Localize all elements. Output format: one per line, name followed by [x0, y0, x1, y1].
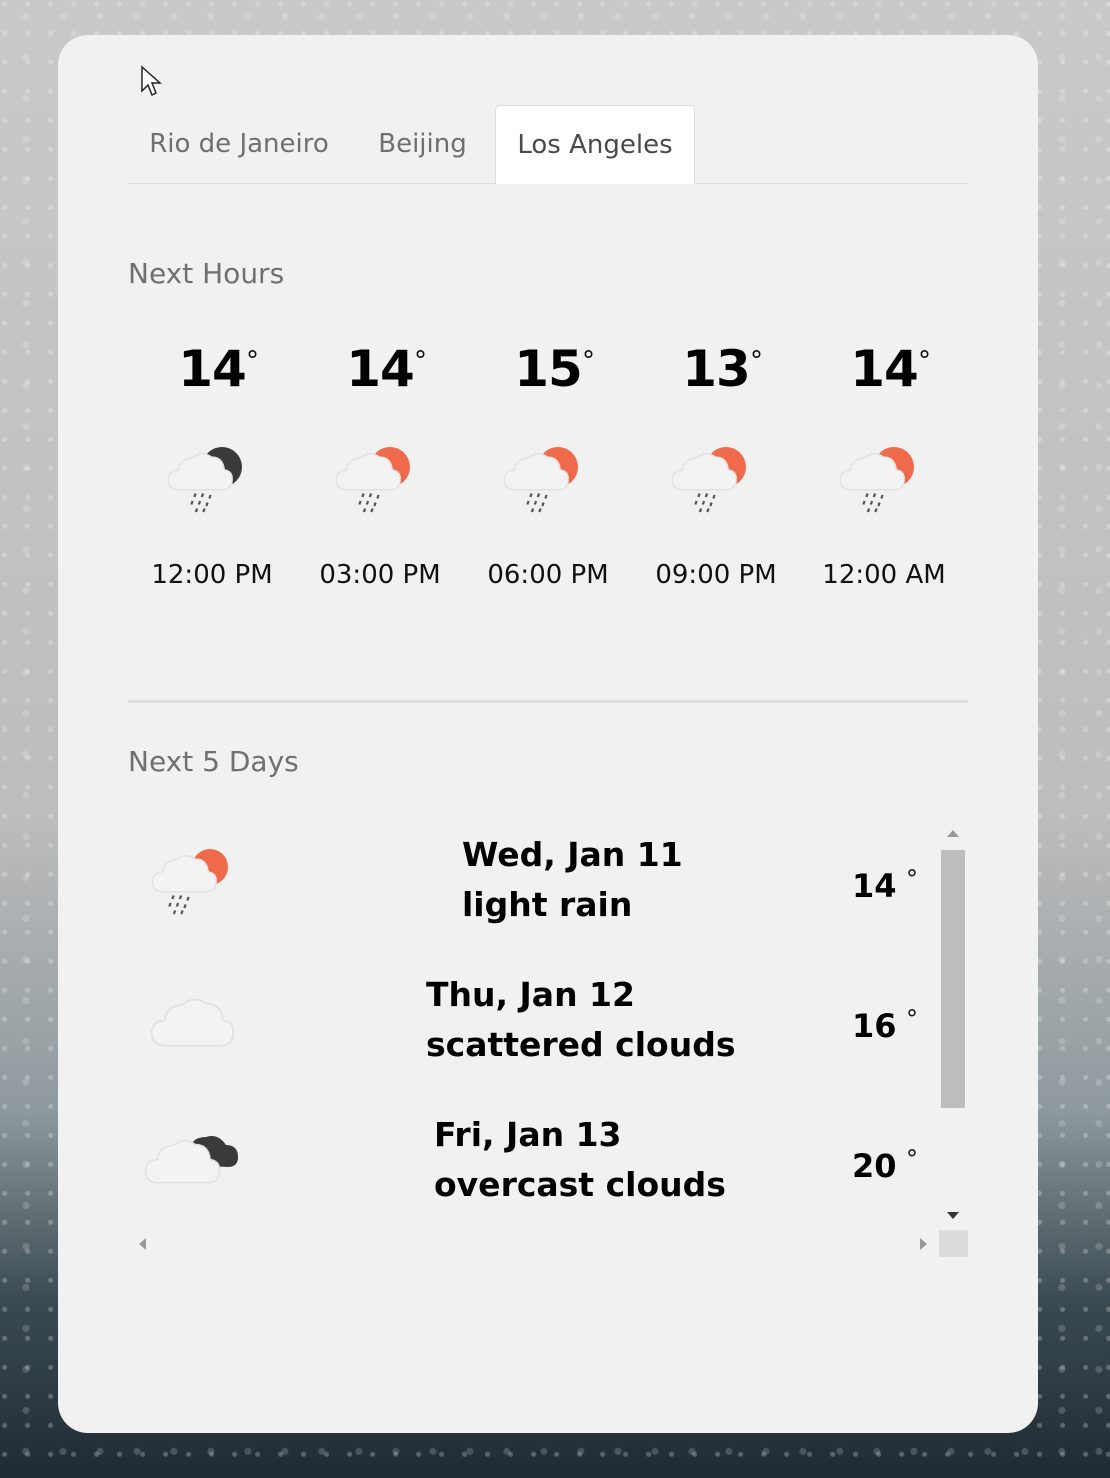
city-tabs: Rio de Janeiro Beijing Los Angeles: [128, 105, 968, 184]
section-divider: [128, 700, 968, 703]
tab-beijing[interactable]: Beijing: [350, 105, 495, 182]
hour-temp: 14: [800, 340, 968, 398]
hour-temp-value: 14: [346, 340, 415, 398]
hour-temp-value: 15: [514, 340, 583, 398]
hour-temp-value: 13: [682, 340, 751, 398]
rain-cloud-sun-icon: [503, 447, 578, 513]
day-date: Fri, Jan 13: [434, 1115, 622, 1154]
degree-symbol: °: [582, 346, 595, 376]
scrollbar-corner: [939, 1230, 968, 1257]
rain-cloud-sun-icon: [151, 849, 228, 915]
day-temp: 20: [852, 1147, 897, 1185]
scrollbar-thumb[interactable]: [941, 850, 965, 1108]
hour-item: 14 ° 12:00 AM: [800, 340, 968, 600]
rain-cloud-sun-icon: [335, 447, 410, 513]
overcast-clouds-icon: [144, 1136, 238, 1184]
scroll-up-arrow-icon[interactable]: [947, 830, 959, 837]
tab-label: Los Angeles: [517, 130, 673, 160]
degree-symbol: °: [246, 346, 259, 376]
next-hours-title: Next Hours: [128, 257, 285, 290]
weather-card: Rio de Janeiro Beijing Los Angeles Next …: [58, 35, 1038, 1433]
next-days-title: Next 5 Days: [128, 745, 299, 778]
tab-los-angeles[interactable]: Los Angeles: [495, 105, 695, 184]
hour-time: 12:00 PM: [151, 560, 273, 590]
tab-rio-de-janeiro[interactable]: Rio de Janeiro: [128, 105, 350, 182]
hour-item: 14 ° 03:00 PM: [296, 340, 464, 600]
day-description: scattered clouds: [426, 1025, 736, 1064]
hour-item: 15 ° 06:00 PM: [464, 340, 632, 600]
list-item: Wed, Jan 11 light rain 14 °: [128, 825, 928, 945]
day-temp: 14: [852, 867, 897, 905]
hour-temp-value: 14: [850, 340, 919, 398]
hour-temp: 13: [632, 340, 800, 398]
scattered-clouds-icon: [150, 998, 235, 1047]
day-date: Wed, Jan 11: [462, 835, 683, 874]
hour-temp-value: 14: [178, 340, 247, 398]
degree-symbol: °: [906, 1145, 918, 1173]
list-item: Fri, Jan 13 overcast clouds 20 °: [128, 1105, 928, 1225]
degree-symbol: °: [906, 1005, 918, 1033]
hour-item: 13 ° 09:00 PM: [632, 340, 800, 600]
hour-temp: 14: [128, 340, 296, 398]
hour-time: 03:00 PM: [319, 560, 441, 590]
rain-cloud-sun-icon: [671, 447, 746, 513]
day-description: overcast clouds: [434, 1165, 726, 1204]
hour-time: 09:00 PM: [655, 560, 777, 590]
vertical-scrollbar[interactable]: [938, 830, 966, 1220]
degree-symbol: °: [750, 346, 763, 376]
scroll-left-arrow-icon[interactable]: [139, 1238, 146, 1250]
degree-symbol: °: [918, 346, 931, 376]
scroll-right-arrow-icon[interactable]: [920, 1238, 927, 1250]
hour-time: 06:00 PM: [487, 560, 609, 590]
degree-symbol: °: [414, 346, 427, 376]
hour-item: 14 ° 12:00 PM: [128, 340, 296, 600]
hour-temp: 15: [464, 340, 632, 398]
daily-forecast-list[interactable]: Wed, Jan 11 light rain 14 ° Thu, Jan 12 …: [128, 825, 968, 1265]
hour-time: 12:00 AM: [822, 560, 946, 590]
day-temp: 16: [852, 1007, 897, 1045]
rain-cloud-sun-icon: [839, 447, 914, 513]
hourly-forecast: 14 ° 12:00 PM 14 ° 03:00 PM 15 ° 06:00 P…: [128, 340, 968, 600]
horizontal-scrollbar[interactable]: [128, 1230, 968, 1258]
day-date: Thu, Jan 12: [426, 975, 635, 1014]
tab-label: Rio de Janeiro: [149, 128, 329, 159]
rain-cloud-night-icon: [167, 447, 242, 513]
day-description: light rain: [462, 885, 633, 924]
degree-symbol: °: [906, 865, 918, 893]
hour-temp: 14: [296, 340, 464, 398]
list-item: Thu, Jan 12 scattered clouds 16 °: [128, 965, 928, 1085]
scroll-down-arrow-icon[interactable]: [947, 1212, 959, 1219]
mouse-cursor-icon: [141, 65, 162, 97]
tab-label: Beijing: [378, 128, 467, 159]
